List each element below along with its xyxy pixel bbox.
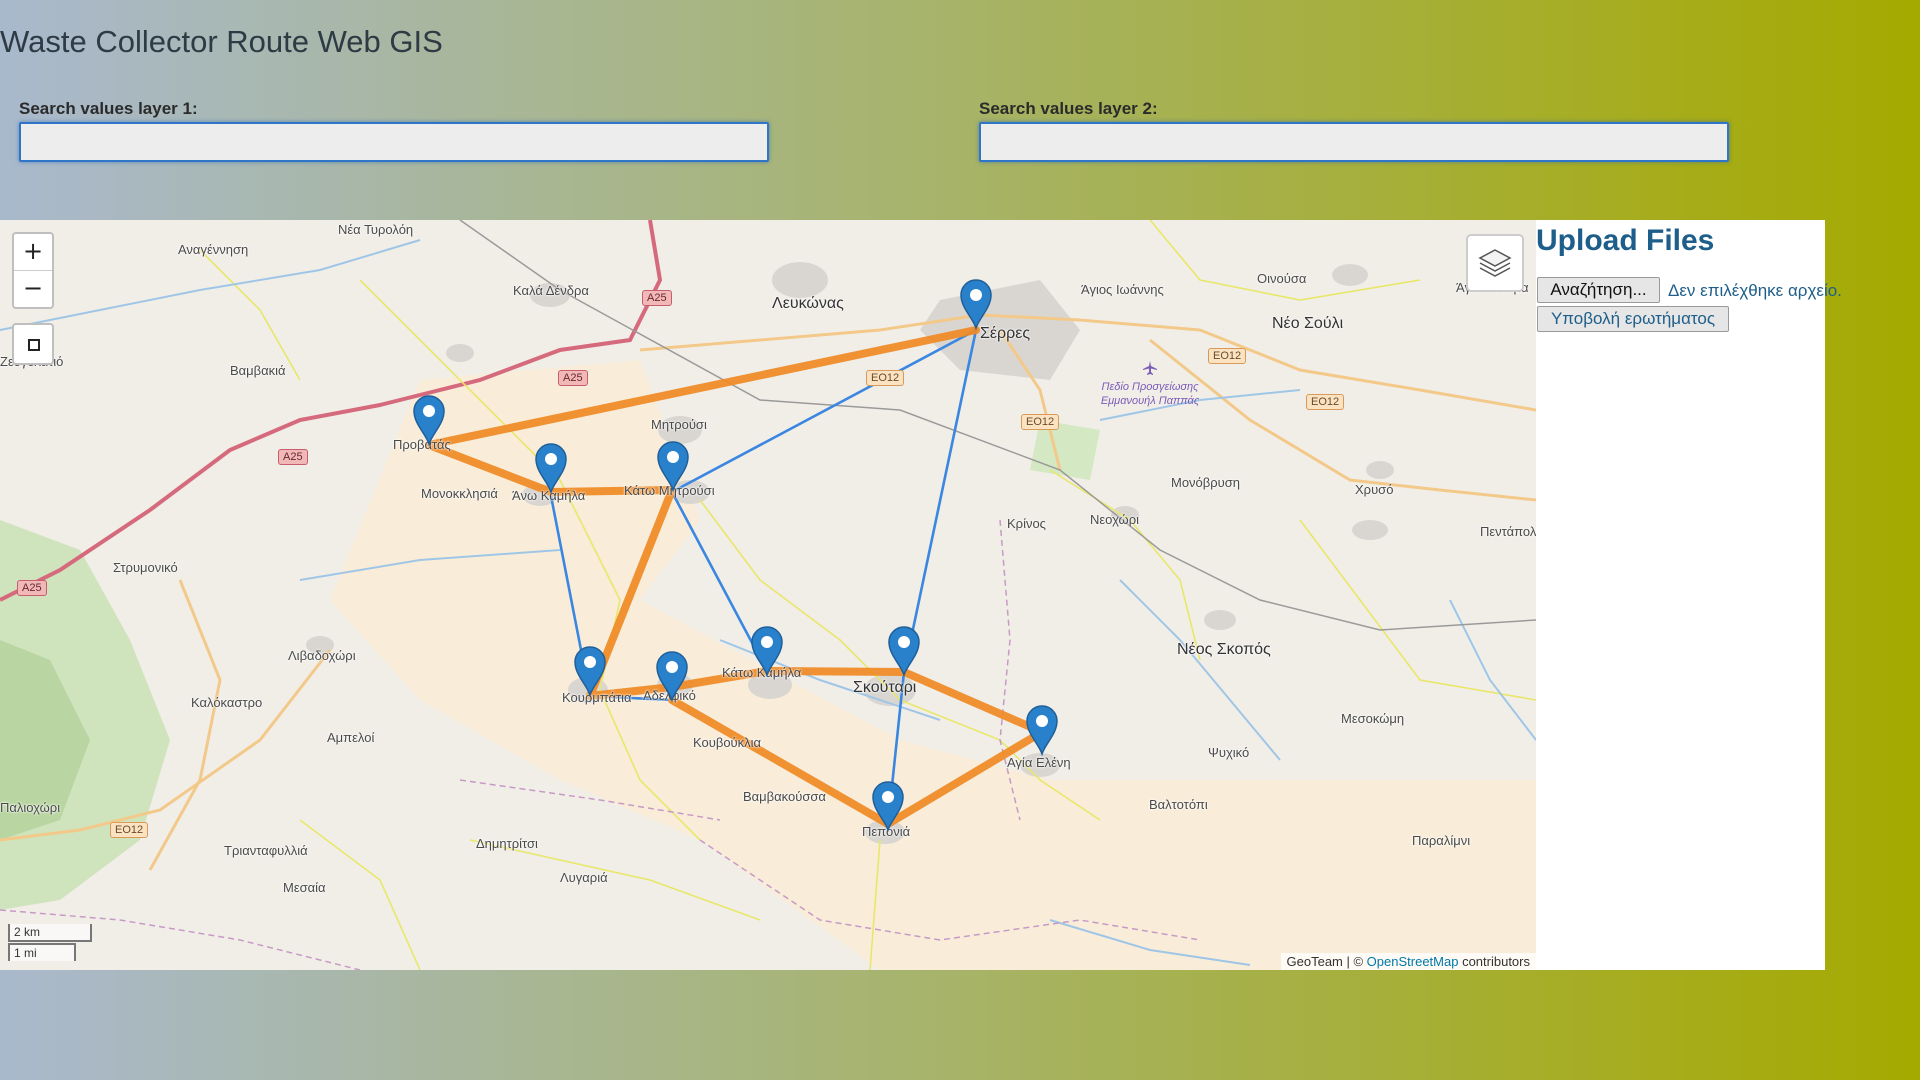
map-label: Νέος Σκοπός	[1177, 641, 1271, 658]
no-file-selected-text: Δεν επιλέχθηκε αρχείο.	[1668, 281, 1842, 300]
map-label: Μεσαία	[283, 880, 326, 895]
map-label: Μονόβρυση	[1171, 475, 1241, 490]
road-badge: A25	[558, 370, 588, 386]
map-label: Στρυμονικό	[113, 560, 178, 575]
map-label: Βαλτοτόπι	[1149, 797, 1208, 812]
map-view[interactable]: Νέα Τυρολόη Αναγέννηση Καλά Δένδρα Λευκώ…	[0, 220, 1536, 970]
search-layer2-input[interactable]	[979, 122, 1729, 162]
layers-icon	[1478, 249, 1512, 277]
map-label: Ψυχικό	[1208, 745, 1250, 760]
location-marker-icon[interactable]	[656, 440, 690, 492]
layers-button[interactable]	[1466, 234, 1524, 292]
attribution-prefix: GeoTeam | ©	[1286, 954, 1367, 969]
browse-file-button[interactable]: Αναζήτηση...	[1537, 277, 1660, 303]
location-marker-icon[interactable]	[534, 442, 568, 494]
upload-title: Upload Files	[1536, 224, 1715, 257]
location-marker-icon[interactable]	[573, 645, 607, 697]
map-label: Χρυσό	[1355, 482, 1394, 497]
map-label: Αγία Ελένη	[1007, 755, 1071, 770]
map-label: Μητρούσι	[651, 417, 707, 432]
box-select-button[interactable]	[12, 323, 54, 365]
zoom-in-button[interactable]: +	[14, 234, 52, 271]
openstreetmap-link[interactable]: OpenStreetMap	[1367, 954, 1459, 969]
map-label: Παλιοχώρι	[0, 800, 61, 815]
search-layer1-label: Search values layer 1:	[19, 99, 198, 118]
location-marker-icon[interactable]	[887, 625, 921, 677]
map-label: Αμπελοί	[327, 730, 375, 745]
map-label: Δημητρίτσι	[476, 836, 538, 851]
map-label: Λυγαριά	[560, 870, 608, 885]
location-marker-icon[interactable]	[1025, 704, 1059, 756]
road-badge: ΕΟ12	[1306, 394, 1345, 410]
submit-query-button[interactable]: Υποβολή ερωτήματος	[1537, 306, 1729, 332]
location-marker-icon[interactable]	[871, 780, 905, 832]
attribution-suffix: contributors	[1458, 954, 1530, 969]
map-attribution: GeoTeam | © OpenStreetMap contributors	[1280, 953, 1536, 970]
airport-label: Πεδίο Προσγείωσης Εμμανουήλ Παππάς	[1100, 381, 1200, 407]
map-label: Νέο Σούλι	[1272, 315, 1344, 332]
search-layer2-label: Search values layer 2:	[979, 99, 1158, 118]
map-label: Καλόκαστρο	[191, 695, 263, 710]
road-badge: A25	[278, 449, 308, 465]
road-badge: A25	[17, 580, 47, 596]
road-badge: A25	[642, 290, 672, 306]
location-marker-icon[interactable]	[750, 625, 784, 677]
zoom-control: + −	[12, 232, 54, 309]
location-marker-icon[interactable]	[959, 278, 993, 330]
scale-bar-km: 2 km	[8, 924, 92, 942]
zoom-out-button[interactable]: −	[14, 271, 52, 307]
map-label: Νεοχώρι	[1090, 512, 1139, 527]
map-label: Αναγέννηση	[178, 242, 249, 257]
map-label: Λιβαδοχώρι	[288, 648, 356, 663]
location-marker-icon[interactable]	[412, 394, 446, 446]
airport-icon	[1143, 361, 1157, 375]
location-marker-icon[interactable]	[655, 650, 689, 702]
map-label: Πεντάπολη	[1480, 524, 1536, 539]
upload-panel: Upload Files Αναζήτηση... Δεν επιλέχθηκε…	[1536, 220, 1842, 970]
map-label: Νέα Τυρολόη	[338, 222, 414, 237]
map-label: Καλά Δένδρα	[513, 283, 589, 298]
map-label: Άγιος Ιωάννης	[1081, 282, 1164, 297]
map-label: Βαμβακιά	[230, 363, 286, 378]
map-label: Τριανταφυλλιά	[224, 843, 308, 858]
road-badge: ΕΟ12	[866, 370, 905, 386]
map-label: Μεσοκώμη	[1341, 711, 1405, 726]
road-badge: ΕΟ12	[1021, 414, 1060, 430]
map-label: Οινούσα	[1257, 271, 1307, 286]
map-label: Μονοκκλησιά	[421, 486, 498, 501]
square-icon	[28, 339, 40, 351]
search-layer1-input[interactable]	[19, 122, 769, 162]
map-label: Παραλίμνι	[1412, 833, 1471, 848]
page-title: Waste Collector Route Web GIS	[0, 24, 443, 59]
scale-bar-mi: 1 mi	[8, 943, 76, 961]
map-label: Κουβούκλια	[693, 735, 762, 750]
map-label: Λευκώνας	[772, 295, 844, 312]
map-label: Κρίνος	[1007, 516, 1046, 531]
map-label: Σκούταρι	[853, 679, 917, 696]
map-label: Βαμβακούσσα	[743, 789, 826, 804]
road-badge: ΕΟ12	[110, 822, 149, 838]
road-badge: ΕΟ12	[1208, 348, 1247, 364]
